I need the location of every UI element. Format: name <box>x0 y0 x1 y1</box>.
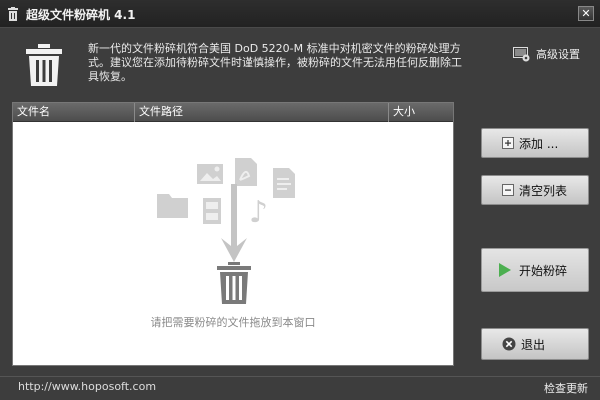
exit-button-label: 退出 <box>521 337 546 352</box>
advanced-settings-link[interactable]: 高级设置 <box>513 45 580 63</box>
start-shred-button-label: 开始粉碎 <box>519 263 568 278</box>
advanced-settings-label: 高级设置 <box>536 48 580 61</box>
music-icon: ♪ <box>249 195 268 230</box>
svg-text:♪: ♪ <box>249 195 268 230</box>
clear-list-button-label: 清空列表 <box>519 183 568 198</box>
settings-icon <box>513 46 530 61</box>
description-text: 新一代的文件粉碎机符合美国 DoD 5220-M 标准中对机密文件的粉碎处理方式… <box>88 42 462 83</box>
document-icon <box>273 168 295 198</box>
plus-icon <box>502 137 514 149</box>
close-button[interactable]: ✕ <box>578 6 594 21</box>
drop-illustration: ♪ <box>157 158 295 304</box>
arrow-down-icon <box>221 184 247 262</box>
main-window: 超级文件粉碎机 4.1 ✕ 新一代的文件粉碎机符合美国 DoD 5220-M 标… <box>0 0 600 400</box>
title-bar[interactable]: 超级文件粉碎机 4.1 ✕ <box>0 0 600 28</box>
column-header-size[interactable]: 大小 <box>389 103 453 122</box>
pdf-icon <box>235 158 257 186</box>
trash-icon <box>8 7 18 21</box>
trash-bin-icon <box>26 44 62 86</box>
clear-list-button[interactable]: 清空列表 <box>481 175 589 205</box>
file-list[interactable]: 文件名 文件路径 大小 ♪ 请把需要粉碎的文件拖放到本窗口 <box>12 102 454 366</box>
add-button[interactable]: 添加 ... <box>481 128 589 158</box>
add-button-label: 添加 ... <box>519 136 559 151</box>
image-icon <box>197 164 223 184</box>
check-update-link[interactable]: 检查更新 <box>544 380 588 396</box>
window-title: 超级文件粉碎机 4.1 <box>26 8 136 22</box>
play-icon <box>499 263 511 277</box>
trash-target-icon <box>217 262 251 304</box>
column-header-path[interactable]: 文件路径 <box>135 103 389 122</box>
start-shred-button[interactable]: 开始粉碎 <box>481 248 589 292</box>
website-link[interactable]: http://www.hoposoft.com <box>18 380 156 393</box>
status-bar: http://www.hoposoft.com 检查更新 <box>0 376 600 400</box>
list-header: 文件名 文件路径 大小 <box>13 103 453 122</box>
drop-hint-text: 请把需要粉碎的文件拖放到本窗口 <box>150 316 316 329</box>
film-icon <box>203 198 221 224</box>
folder-icon <box>157 194 188 218</box>
column-header-name[interactable]: 文件名 <box>13 103 135 122</box>
exit-button[interactable]: 退出 <box>481 328 589 360</box>
close-circle-icon <box>502 337 516 351</box>
minus-icon <box>502 184 514 196</box>
